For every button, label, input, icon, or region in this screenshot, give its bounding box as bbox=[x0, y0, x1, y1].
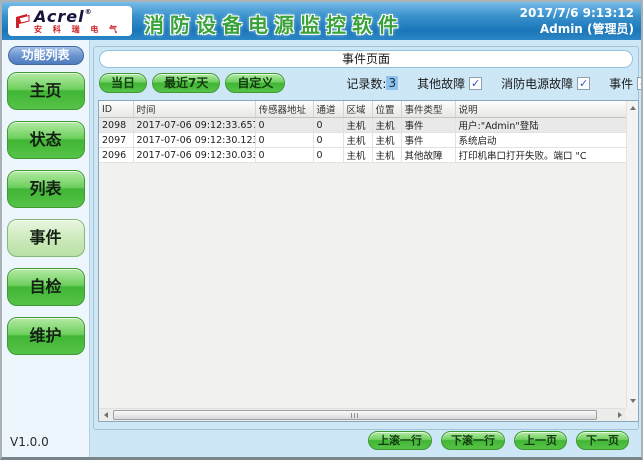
record-count-label: 记录数: bbox=[346, 75, 386, 92]
app-title: 消防设备电源监控软件 bbox=[144, 9, 404, 38]
scroll-left-arrow-icon[interactable] bbox=[99, 409, 112, 421]
cell-id: 2096 bbox=[99, 148, 133, 163]
cell-area: 主机 bbox=[343, 133, 372, 148]
record-count-value: 3 bbox=[386, 76, 398, 90]
acrel-logo: Acrel® 安 科 瑞 电 气 bbox=[8, 6, 132, 36]
cell-id: 2098 bbox=[99, 118, 133, 133]
cell-description: 用户:"Admin"登陆 bbox=[455, 118, 628, 133]
cell-sensor-address: 0 bbox=[255, 133, 313, 148]
cell-location: 主机 bbox=[372, 148, 401, 163]
page-title: 事件页面 bbox=[99, 50, 633, 68]
filter-other-fault: 其他故障 bbox=[417, 75, 482, 92]
cell-sensor-address: 0 bbox=[255, 148, 313, 163]
cell-time: 2017-07-06 09:12:33.657 bbox=[133, 118, 255, 133]
horizontal-scroll-thumb[interactable] bbox=[113, 410, 597, 420]
next-page-button[interactable]: 下一页 bbox=[576, 431, 629, 450]
cell-channel: 0 bbox=[313, 148, 343, 163]
events-table: ID 时间 传感器地址 通道 区域 位置 事件类型 说明 2098 2017-0… bbox=[99, 101, 629, 163]
filter-power-fault-label: 消防电源故障 bbox=[501, 75, 573, 92]
sidebar-item-maintenance[interactable]: 维护 bbox=[7, 317, 85, 355]
scroll-down-arrow-icon[interactable] bbox=[627, 395, 639, 407]
logged-in-user: Admin (管理员) bbox=[520, 21, 634, 37]
cell-location: 主机 bbox=[372, 133, 401, 148]
table-header-row: ID 时间 传感器地址 通道 区域 位置 事件类型 说明 bbox=[99, 101, 628, 118]
col-description: 说明 bbox=[455, 101, 628, 118]
cell-area: 主机 bbox=[343, 118, 372, 133]
pagination-bar: 上滚一行 下滚一行 上一页 下一页 bbox=[359, 431, 629, 450]
scroll-down-row-button[interactable]: 下滚一行 bbox=[441, 431, 505, 450]
sidebar: 功能列表 主页 状态 列表 事件 自检 维护 V1.0.0 bbox=[2, 40, 90, 457]
cell-event-type: 其他故障 bbox=[401, 148, 455, 163]
cell-channel: 0 bbox=[313, 133, 343, 148]
table-row[interactable]: 2097 2017-07-06 09:12:30.123 0 0 主机 主机 事… bbox=[99, 133, 628, 148]
cell-sensor-address: 0 bbox=[255, 118, 313, 133]
sidebar-item-list[interactable]: 列表 bbox=[7, 170, 85, 208]
scroll-right-arrow-icon[interactable] bbox=[613, 409, 626, 421]
cell-channel: 0 bbox=[313, 118, 343, 133]
cell-event-type: 事件 bbox=[401, 133, 455, 148]
cell-description: 系统启动 bbox=[455, 133, 628, 148]
title-bar: Acrel® 安 科 瑞 电 气 消防设备电源监控软件 2017/7/6 9:1… bbox=[2, 2, 641, 40]
col-channel: 通道 bbox=[313, 101, 343, 118]
table-row[interactable]: 2096 2017-07-06 09:12:30.033 0 0 主机 主机 其… bbox=[99, 148, 628, 163]
version-label: V1.0.0 bbox=[10, 435, 49, 449]
cell-location: 主机 bbox=[372, 118, 401, 133]
cell-time: 2017-07-06 09:12:30.123 bbox=[133, 133, 255, 148]
sidebar-header: 功能列表 bbox=[8, 46, 84, 65]
col-time: 时间 bbox=[133, 101, 255, 118]
range-last7days-button[interactable]: 最近7天 bbox=[152, 73, 220, 93]
filter-other-fault-label: 其他故障 bbox=[417, 75, 465, 92]
brand-name: Acrel® bbox=[34, 9, 121, 25]
col-event-type: 事件类型 bbox=[401, 101, 455, 118]
cell-description: 打印机串口打开失败。端口 "C bbox=[455, 148, 628, 163]
logo-text: Acrel® 安 科 瑞 电 气 bbox=[34, 9, 121, 34]
cell-time: 2017-07-06 09:12:30.033 bbox=[133, 148, 255, 163]
col-sensor-address: 传感器地址 bbox=[255, 101, 313, 118]
scroll-up-arrow-icon[interactable] bbox=[627, 102, 639, 114]
col-area: 区域 bbox=[343, 101, 372, 118]
brand-subtitle: 安 科 瑞 电 气 bbox=[34, 26, 121, 34]
sidebar-item-selfcheck[interactable]: 自检 bbox=[7, 268, 85, 306]
cell-event-type: 事件 bbox=[401, 118, 455, 133]
filter-power-fault: 消防电源故障 bbox=[501, 75, 590, 92]
filter-event: 事件 bbox=[609, 75, 643, 92]
filter-event-label: 事件 bbox=[609, 75, 633, 92]
events-toolbar: 当日 最近7天 自定义 记录数: 3 其他故障 消防电源故障 事件 bbox=[99, 73, 629, 93]
col-id: ID bbox=[99, 101, 133, 118]
range-custom-button[interactable]: 自定义 bbox=[225, 73, 285, 93]
registered-mark: ® bbox=[85, 8, 93, 16]
col-location: 位置 bbox=[372, 101, 401, 118]
previous-page-button[interactable]: 上一页 bbox=[514, 431, 567, 450]
sidebar-item-status[interactable]: 状态 bbox=[7, 121, 85, 159]
table-row[interactable]: 2098 2017-07-06 09:12:33.657 0 0 主机 主机 事… bbox=[99, 118, 628, 133]
filter-power-fault-checkbox[interactable] bbox=[577, 77, 590, 90]
header-status: 2017/7/6 9:13:12 Admin (管理员) bbox=[520, 5, 634, 37]
cell-id: 2097 bbox=[99, 133, 133, 148]
sidebar-item-events[interactable]: 事件 bbox=[7, 219, 85, 257]
app-window: Acrel® 安 科 瑞 电 气 消防设备电源监控软件 2017/7/6 9:1… bbox=[0, 0, 643, 460]
filter-other-fault-checkbox[interactable] bbox=[469, 77, 482, 90]
events-table-container: ID 时间 传感器地址 通道 区域 位置 事件类型 说明 2098 2017-0… bbox=[98, 100, 639, 422]
vertical-scrollbar[interactable] bbox=[626, 101, 638, 408]
scroll-up-row-button[interactable]: 上滚一行 bbox=[368, 431, 432, 450]
sidebar-item-home[interactable]: 主页 bbox=[7, 72, 85, 110]
acrel-logo-icon bbox=[13, 13, 31, 30]
range-today-button[interactable]: 当日 bbox=[99, 73, 147, 93]
datetime-text: 2017/7/6 9:13:12 bbox=[520, 5, 634, 21]
horizontal-scrollbar[interactable] bbox=[99, 408, 626, 421]
filter-event-checkbox[interactable] bbox=[637, 77, 643, 90]
cell-area: 主机 bbox=[343, 148, 372, 163]
